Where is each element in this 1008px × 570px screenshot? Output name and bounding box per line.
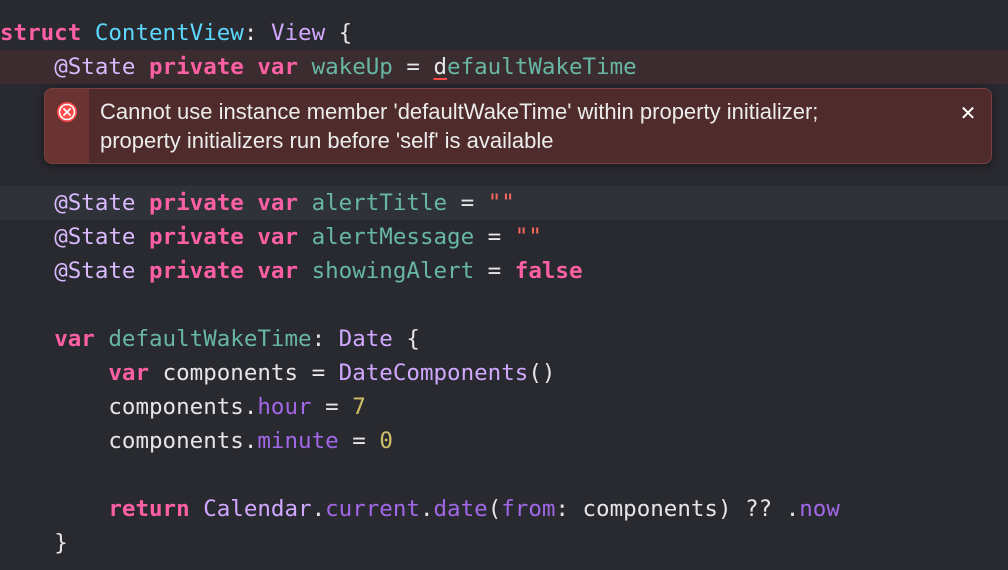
operator: = [447, 190, 488, 216]
identifier: components [108, 394, 244, 420]
operator: = [298, 360, 339, 386]
punctuation: ( [487, 496, 502, 522]
error-icon [57, 102, 77, 122]
code-line[interactable]: var defaultWakeTime: Date { [0, 322, 1008, 356]
keyword: var [257, 190, 299, 216]
keyword: private [149, 224, 244, 250]
punctuation: . [243, 394, 258, 420]
string-literal: "" [487, 190, 515, 216]
property-name: hour [257, 394, 312, 420]
keyword: var [257, 54, 299, 80]
code-line[interactable]: @State private var alertMessage = "" [0, 220, 1008, 254]
code-line[interactable]: @State private var alertTitle = "" [0, 186, 1008, 220]
operator: = [474, 224, 515, 250]
type-name: Date [338, 326, 393, 352]
error-message-line: Cannot use instance member 'defaultWakeT… [100, 99, 819, 124]
member-name: now [799, 496, 840, 522]
variable-name: showingAlert [311, 258, 475, 284]
error-message-line: property initializers run before 'self' … [100, 128, 554, 153]
identifier: components [108, 428, 244, 454]
protocol-name: View [270, 20, 326, 46]
property-name: minute [257, 428, 339, 454]
code-line-error[interactable]: @State private var wakeUp = defaultWakeT… [0, 50, 1008, 84]
type-name: ContentView [94, 20, 244, 46]
code-line[interactable]: struct ContentView: View { [0, 16, 1008, 50]
attribute: @State [54, 54, 136, 80]
code-line[interactable]: components.hour = 7 [0, 390, 1008, 424]
code-line[interactable]: return Calendar.current.date(from: compo… [0, 492, 1008, 526]
number-literal: 0 [379, 428, 393, 454]
method-name: date [433, 496, 488, 522]
code-line[interactable]: @State private var showingAlert = false [0, 254, 1008, 288]
keyword: private [149, 190, 244, 216]
attribute: @State [54, 190, 136, 216]
punctuation: : [311, 326, 326, 352]
keyword: struct [0, 20, 82, 46]
keyword: private [149, 54, 244, 80]
type-name: Calendar [203, 496, 312, 522]
attribute: @State [54, 224, 136, 250]
punctuation: . [419, 496, 434, 522]
error-underline: d [433, 54, 448, 80]
keyword: var [54, 326, 95, 352]
code-line[interactable]: components.minute = 0 [0, 424, 1008, 458]
string-literal: "" [514, 224, 542, 250]
punctuation: . [243, 428, 258, 454]
code-editor[interactable]: struct ContentView: View { @State privat… [0, 0, 1008, 570]
variable-name: defaultWakeTime [108, 326, 312, 352]
variable-name: alertMessage [311, 224, 475, 250]
punctuation: . [311, 496, 326, 522]
code-line[interactable]: } [0, 526, 1008, 560]
punctuation: } [54, 530, 68, 556]
operator: = [474, 258, 515, 284]
argument: : components) ?? . [555, 496, 800, 522]
punctuation: { [392, 326, 420, 352]
identifier: efaultWakeTime [447, 54, 637, 80]
punctuation: : [243, 20, 258, 46]
variable-name: components [162, 360, 299, 386]
boolean-literal: false [514, 258, 583, 284]
keyword: return [108, 496, 190, 522]
operator: = [311, 394, 353, 420]
close-icon[interactable]: ✕ [955, 101, 981, 127]
error-banner[interactable]: Cannot use instance member 'defaultWakeT… [44, 88, 992, 164]
keyword: var [257, 224, 299, 250]
code-line[interactable]: var components = DateComponents() [0, 356, 1008, 390]
number-literal: 7 [352, 394, 366, 420]
punctuation: () [528, 360, 556, 386]
keyword: var [257, 258, 299, 284]
type-name: DateComponents [338, 360, 529, 386]
argument-label: from [501, 496, 556, 522]
variable-name: wakeUp [311, 54, 393, 80]
keyword: private [149, 258, 244, 284]
property-name: current [325, 496, 420, 522]
operator: = [338, 428, 380, 454]
punctuation: { [325, 20, 353, 46]
operator: = [392, 54, 434, 80]
variable-name: alertTitle [311, 190, 448, 216]
error-message: Cannot use instance member 'defaultWakeT… [100, 97, 950, 155]
keyword: var [108, 360, 150, 386]
attribute: @State [54, 258, 136, 284]
